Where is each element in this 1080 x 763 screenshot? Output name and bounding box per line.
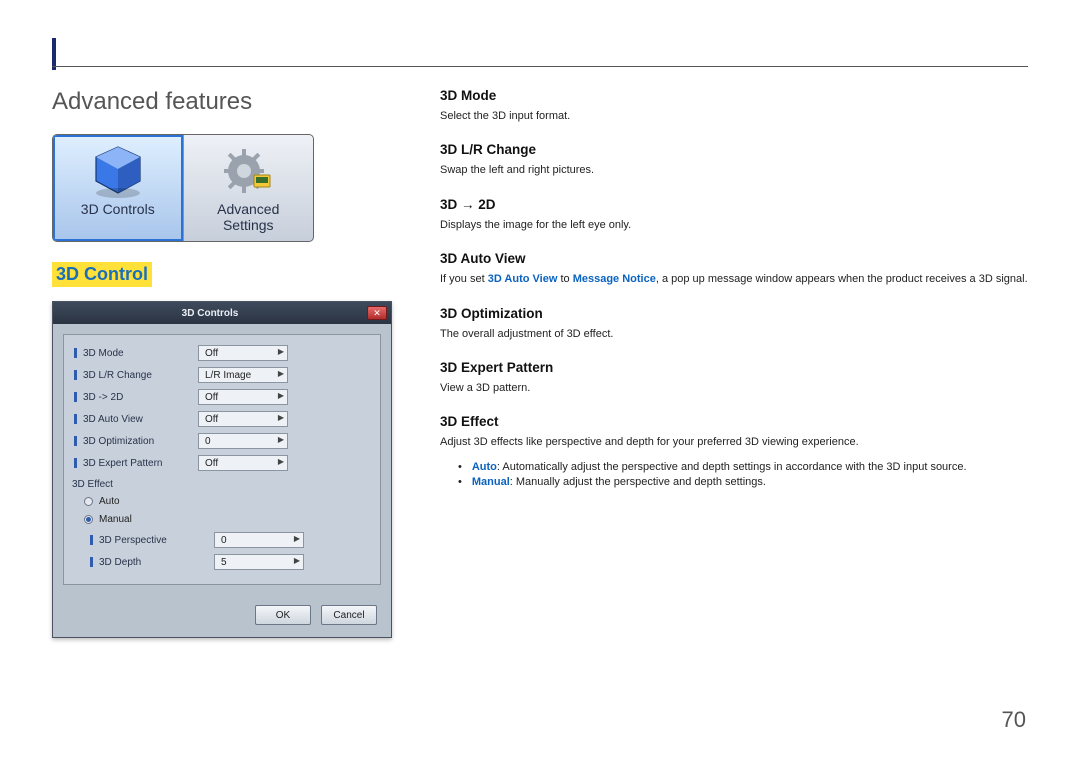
row-persp-label: 3D Perspective — [99, 535, 214, 546]
cube-3d-icon — [57, 141, 179, 201]
chevron-right-icon: ▶ — [278, 413, 284, 422]
menu-tiles: 3D Controls — [52, 134, 314, 242]
h-exp: 3D Expert Pattern — [440, 360, 1028, 375]
ok-button[interactable]: OK — [255, 605, 311, 625]
d-lr: Swap the left and right pictures. — [440, 163, 1028, 178]
row-mode-value[interactable]: Off▶ — [198, 345, 288, 361]
chevron-right-icon: ▶ — [294, 534, 300, 543]
d-mode: Select the 3D input format. — [440, 109, 1028, 124]
h-mode: 3D Mode — [440, 88, 1028, 103]
h-lr: 3D L/R Change — [440, 142, 1028, 157]
dialog-title: 3D Controls — [182, 308, 239, 319]
row-opt-value[interactable]: 0▶ — [198, 433, 288, 449]
tile-advanced-settings[interactable]: Advanced Settings — [183, 135, 314, 241]
h-opt: 3D Optimization — [440, 306, 1028, 321]
chevron-right-icon: ▶ — [278, 435, 284, 444]
row-mode-label: 3D Mode — [83, 348, 198, 359]
radio-auto[interactable] — [84, 497, 93, 506]
row-opt-label: 3D Optimization — [83, 436, 198, 447]
dialog-close-button[interactable]: ✕ — [367, 306, 387, 320]
dialog-3d-controls: 3D Controls ✕ 3D ModeOff▶ 3D L/R ChangeL… — [52, 301, 392, 638]
row-lr-label: 3D L/R Change — [83, 370, 198, 381]
row-2d-label: 3D -> 2D — [83, 392, 198, 403]
row-auto-label: 3D Auto View — [83, 414, 198, 425]
row-2d-value[interactable]: Off▶ — [198, 389, 288, 405]
d-auto: If you set 3D Auto View to Message Notic… — [440, 272, 1028, 287]
row-exp-value[interactable]: Off▶ — [198, 455, 288, 471]
d-2d: Displays the image for the left eye only… — [440, 218, 1028, 233]
h-eff: 3D Effect — [440, 414, 1028, 429]
d-opt: The overall adjustment of 3D effect. — [440, 327, 1028, 342]
row-depth-value[interactable]: 5▶ — [214, 554, 304, 570]
bullet-auto: Auto: Automatically adjust the perspecti… — [458, 461, 1028, 473]
cancel-button[interactable]: Cancel — [321, 605, 377, 625]
row-auto-value[interactable]: Off▶ — [198, 411, 288, 427]
chevron-right-icon: ▶ — [278, 457, 284, 466]
gear-icon — [188, 141, 310, 201]
d-exp: View a 3D pattern. — [440, 381, 1028, 396]
row-persp-value[interactable]: 0▶ — [214, 532, 304, 548]
row-depth-label: 3D Depth — [99, 557, 214, 568]
radio-manual[interactable] — [84, 515, 93, 524]
tile-3d-controls[interactable]: 3D Controls — [53, 135, 183, 241]
subsection-heading: 3D Control — [52, 262, 152, 287]
page-number: 70 — [1002, 707, 1026, 733]
bullet-manual: Manual: Manually adjust the perspective … — [458, 476, 1028, 488]
section-title: Advanced features — [52, 88, 392, 116]
chevron-right-icon: ▶ — [278, 347, 284, 356]
chevron-right-icon: ▶ — [278, 369, 284, 378]
row-lr-value[interactable]: L/R Image▶ — [198, 367, 288, 383]
effect-heading: 3D Effect — [72, 479, 372, 490]
tile-adv-label-l2: Settings — [223, 217, 274, 233]
chevron-right-icon: ▶ — [294, 556, 300, 565]
h-2d: 3D → 2D — [440, 197, 1028, 212]
d-eff: Adjust 3D effects like perspective and d… — [440, 435, 1028, 450]
tile-3d-controls-label: 3D Controls — [57, 201, 179, 217]
radio-auto-label: Auto — [99, 496, 120, 507]
radio-manual-label: Manual — [99, 514, 132, 525]
chevron-right-icon: ▶ — [278, 391, 284, 400]
close-icon: ✕ — [373, 309, 381, 318]
row-exp-label: 3D Expert Pattern — [83, 458, 198, 469]
h-auto: 3D Auto View — [440, 251, 1028, 266]
tile-adv-label-l1: Advanced — [217, 201, 279, 217]
